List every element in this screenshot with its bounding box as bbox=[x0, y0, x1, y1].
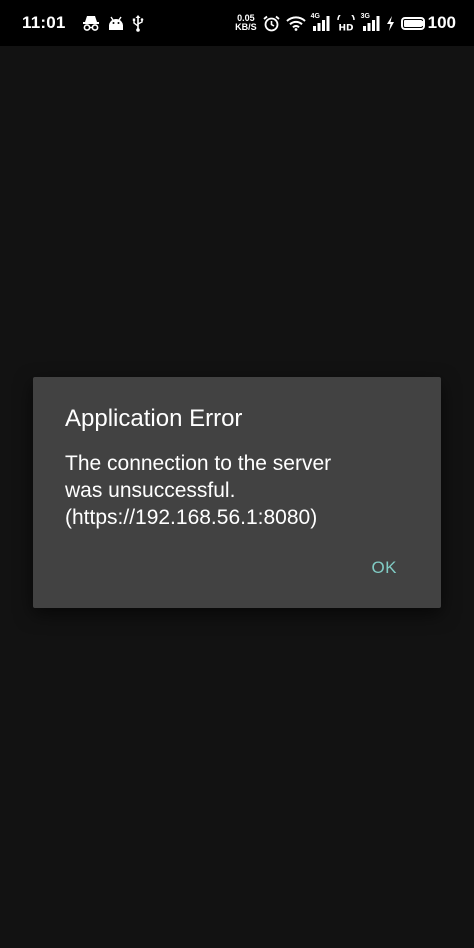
signal-3g: 3G bbox=[360, 12, 380, 31]
charging-icon bbox=[386, 15, 395, 31]
signal-4g-tag: 4G bbox=[310, 12, 320, 20]
status-left: 11:01 bbox=[22, 13, 144, 33]
usb-icon bbox=[132, 14, 144, 32]
battery-icon bbox=[400, 16, 425, 30]
dialog-message: The connection to the server was unsucce… bbox=[65, 452, 332, 529]
wifi-icon bbox=[285, 15, 306, 31]
signal-4g: 4G bbox=[310, 12, 330, 31]
android-icon bbox=[108, 16, 124, 31]
network-speed: 0.05 KB/S bbox=[235, 14, 257, 32]
status-time: 11:01 bbox=[22, 13, 66, 32]
network-speed-unit: KB/S bbox=[235, 22, 257, 32]
app-screen: 11:01 0.05 KB/S 4G HD 3G 100 Application… bbox=[0, 0, 474, 948]
incognito-icon bbox=[82, 15, 100, 31]
error-dialog: Application Error The connection to the … bbox=[33, 377, 441, 608]
battery-level: 100 bbox=[427, 13, 456, 32]
status-bar: 11:01 0.05 KB/S 4G HD 3G 100 bbox=[0, 0, 474, 46]
ok-button[interactable]: OK bbox=[357, 548, 411, 588]
dialog-title: Application Error bbox=[65, 405, 243, 432]
alarm-icon bbox=[263, 15, 280, 32]
battery-indicator: 100 bbox=[400, 13, 456, 33]
status-right: 0.05 KB/S 4G HD 3G 100 bbox=[235, 13, 456, 33]
hd-icon: HD bbox=[336, 15, 356, 31]
signal-3g-tag: 3G bbox=[360, 12, 370, 20]
dialog-actions: OK bbox=[357, 548, 411, 588]
svg-text:HD: HD bbox=[338, 24, 353, 32]
